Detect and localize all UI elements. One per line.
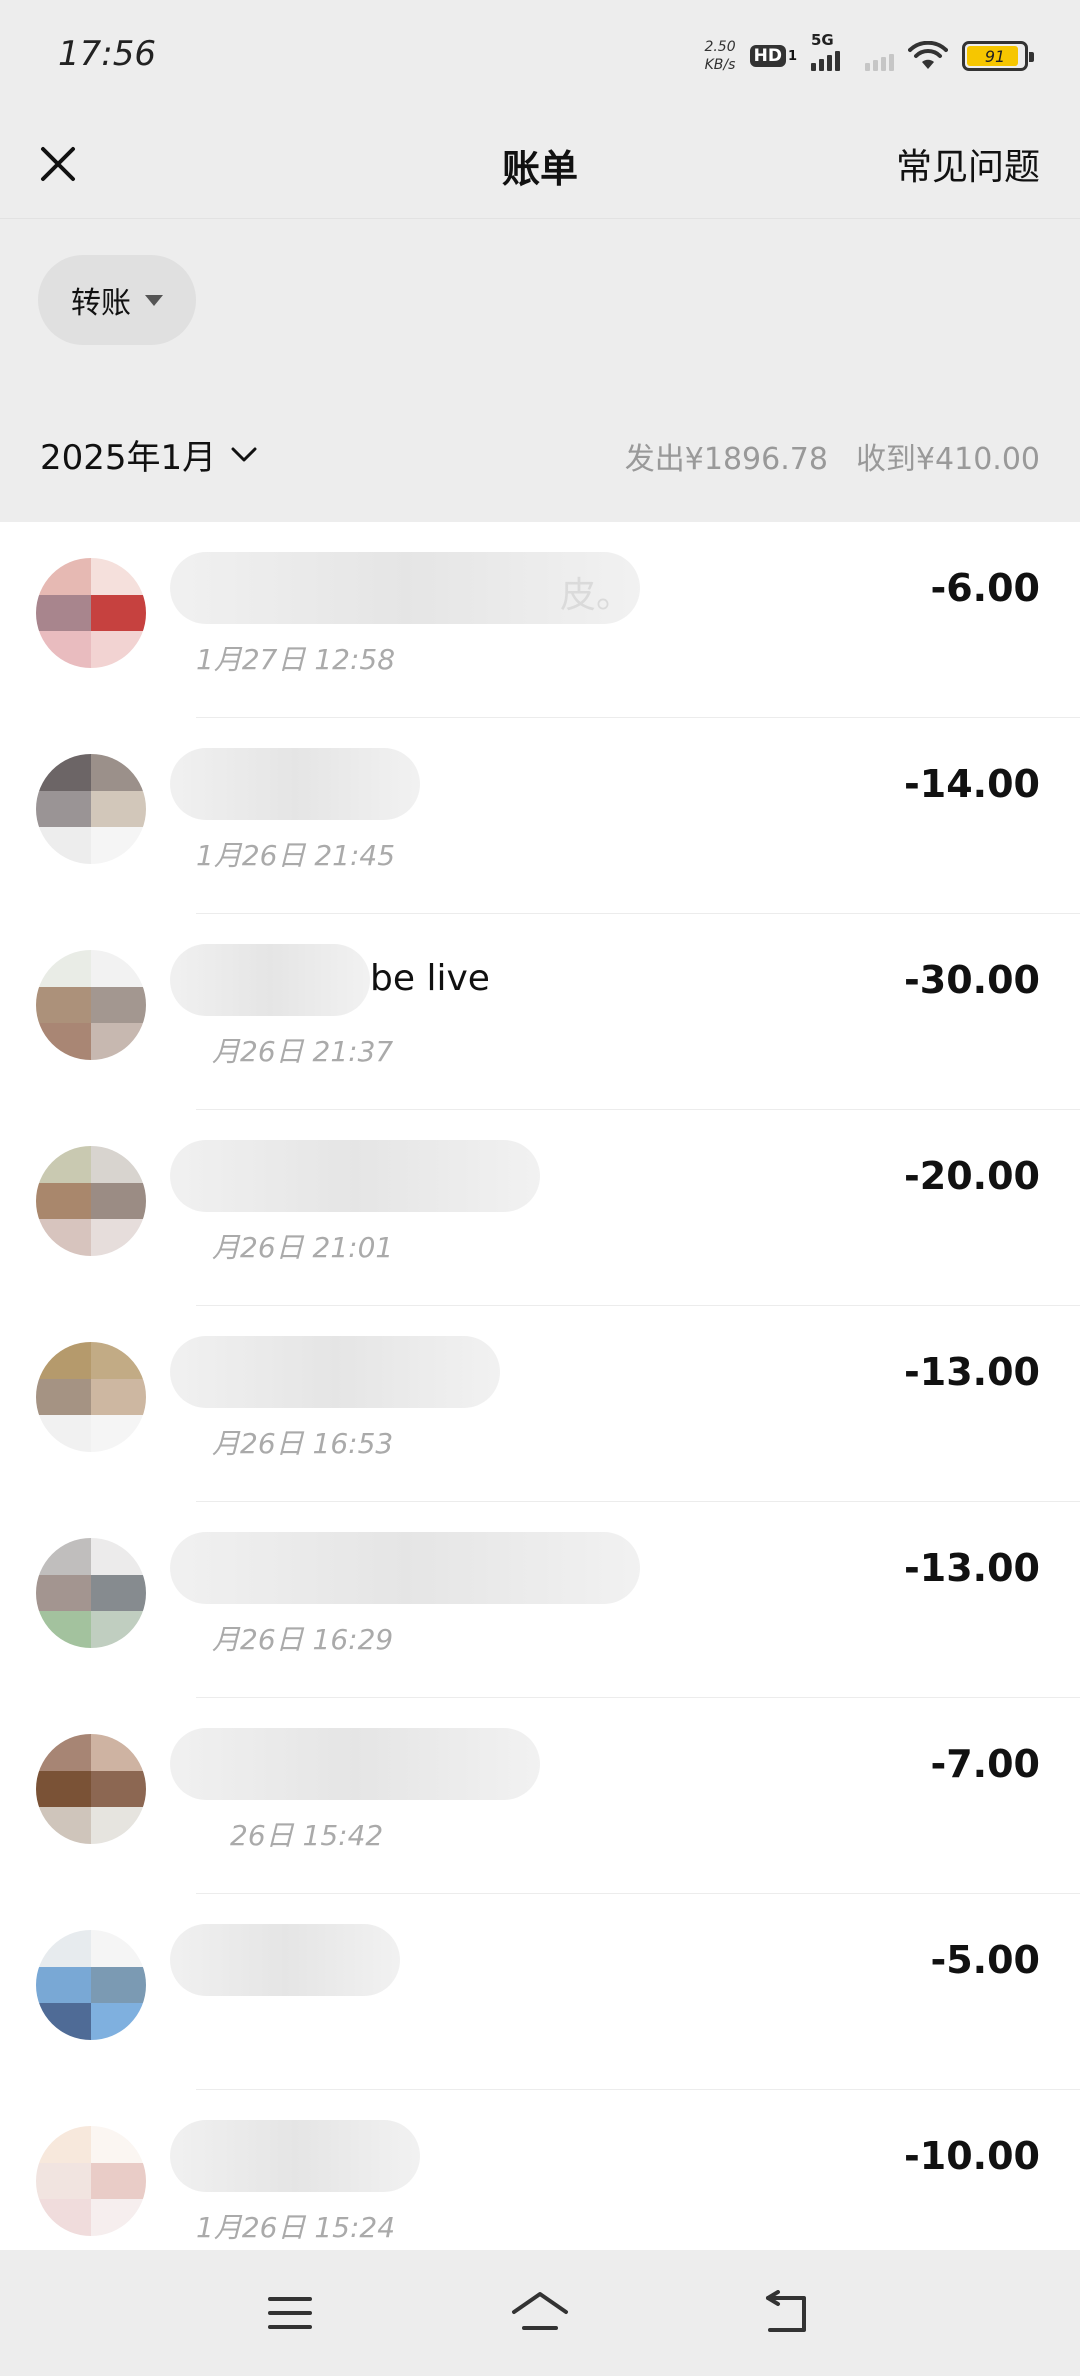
transaction-time: 月26日 16:29 [212,1623,394,1656]
net-speed-unit: KB/s [704,57,736,73]
avatar [36,950,146,1060]
sent-total: 发出¥1896.78 [624,442,828,477]
month-selector[interactable]: 2025年1月 [40,430,258,479]
transaction-time: 1月27日 12:58 [196,643,396,676]
status-time: 17:56 [58,34,156,74]
avatar [36,2126,146,2236]
transaction-name: be live [370,958,490,999]
transaction-row[interactable]: 月26日 16:53 -13.00 [0,1306,1080,1502]
transaction-time: 26日 15:42 [230,1819,384,1852]
transaction-row[interactable]: 月26日 21:01 -20.00 [0,1110,1080,1306]
menu-button[interactable] [250,2273,330,2353]
transaction-amount: -5.00 [930,1938,1040,1982]
avatar [36,754,146,864]
privacy-blur [170,1728,540,1800]
back-button[interactable] [750,2273,830,2353]
month-label: 2025年1月 [40,438,217,478]
hd-icon: HD 1 [749,45,797,67]
transaction-time: 1月26日 15:24 [196,2211,396,2244]
status-icons: 2.50 KB/s HD 1 5G 91 [704,30,1034,82]
cellular-signal-2-icon [865,41,894,71]
avatar [36,1734,146,1844]
type-filter-dropdown[interactable]: 转账 [38,255,196,345]
caret-down-icon [145,294,163,306]
header: 账单 常见问题 [0,110,1080,219]
avatar [36,1538,146,1648]
transaction-list: 皮。 1月27日 12:58 -6.00 1月26日 21:45 -14.00 … [0,522,1080,2286]
received-total: 收到¥410.00 [855,442,1040,477]
avatar [36,558,146,668]
type-filter-label: 转账 [71,286,131,321]
status-bar: 17:56 2.50 KB/s HD 1 5G 91 [0,0,1080,110]
month-summary: 2025年1月 发出¥1896.78 收到¥410.00 [0,380,1080,520]
transaction-amount: -13.00 [904,1546,1040,1590]
transaction-amount: -10.00 [904,2134,1040,2178]
transaction-row[interactable]: 1月26日 21:45 -14.00 [0,718,1080,914]
month-totals: 发出¥1896.78 收到¥410.00 [625,434,1040,478]
transaction-time: 1月26日 21:45 [196,839,396,872]
transaction-row[interactable]: 月26日 16:29 -13.00 [0,1502,1080,1698]
net-speed-value: 2.50 [704,39,736,55]
privacy-blur [170,748,420,820]
transaction-amount: -14.00 [904,762,1040,806]
transaction-time: 月26日 21:01 [212,1231,394,1264]
back-icon [766,2290,806,2332]
transaction-amount: -13.00 [904,1350,1040,1394]
transaction-row[interactable]: 皮。 1月27日 12:58 -6.00 [0,522,1080,718]
transaction-amount: -7.00 [930,1742,1040,1786]
transaction-amount: -20.00 [904,1154,1040,1198]
avatar [36,1146,146,1256]
system-nav-bar [0,2250,1080,2376]
transaction-amount: -30.00 [904,958,1040,1002]
privacy-blur [170,1140,540,1212]
transaction-time: 月26日 21:37 [212,1035,394,1068]
transaction-row[interactable]: -5.00 [0,1894,1080,2090]
net-speed: 2.50 KB/s [704,38,735,74]
avatar [36,1930,146,2040]
privacy-blur [170,1532,640,1604]
privacy-blur [170,2120,420,2192]
chevron-down-icon [231,447,257,461]
privacy-blur [170,1924,400,1996]
cellular-signal-icon: 5G [811,31,851,71]
wifi-icon [908,41,948,71]
battery-level: 91 [984,46,1006,66]
avatar [36,1342,146,1452]
transaction-row[interactable]: be live 月26日 21:37 -30.00 [0,914,1080,1110]
battery-icon: 91 [962,41,1034,71]
privacy-blur [170,552,640,624]
transaction-amount: -6.00 [930,566,1040,610]
privacy-blur [170,1336,500,1408]
transaction-time: 月26日 16:53 [212,1427,394,1460]
faq-link[interactable]: 常见问题 [896,138,1040,190]
transaction-row[interactable]: 26日 15:42 -7.00 [0,1698,1080,1894]
home-icon [512,2292,568,2330]
filter-bar: 转账 [0,219,1080,379]
menu-icon [268,2297,312,2329]
privacy-blur [170,944,370,1016]
home-button[interactable] [500,2273,580,2353]
